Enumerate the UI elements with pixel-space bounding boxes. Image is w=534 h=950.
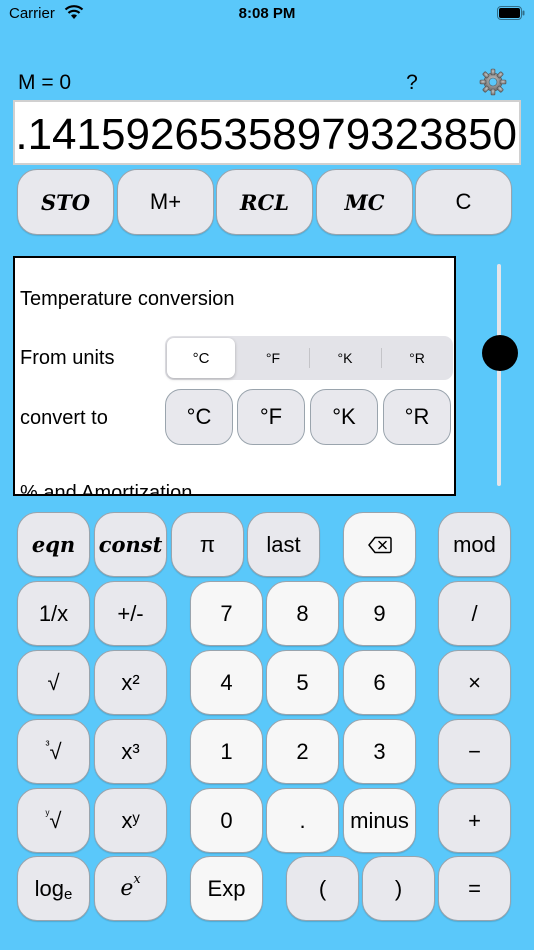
digit-9-button[interactable]: 9 bbox=[343, 581, 416, 646]
from-unit-kelvin[interactable]: °K bbox=[311, 338, 379, 378]
convert-to-label: convert to bbox=[20, 407, 108, 429]
exp-base-text: e bbox=[120, 876, 134, 901]
power-button[interactable]: xʸ bbox=[94, 788, 167, 853]
mc-button[interactable]: MC bbox=[316, 169, 413, 235]
convert-to-kelvin-button[interactable]: °K bbox=[310, 389, 378, 445]
log-base-text: e bbox=[64, 886, 73, 903]
panel-title: Temperature conversion bbox=[20, 288, 235, 310]
equals-button[interactable]: = bbox=[438, 856, 511, 921]
reciprocal-button[interactable]: 1/x bbox=[17, 581, 90, 646]
segment-divider bbox=[309, 348, 310, 368]
panel-scroll-slider-track[interactable] bbox=[497, 264, 501, 486]
convert-to-fahrenheit-button[interactable]: °F bbox=[237, 389, 305, 445]
memory-label: M = 0 bbox=[18, 71, 72, 94]
cube-root-button[interactable]: ³ √ bbox=[17, 719, 90, 784]
conversion-panel[interactable]: Temperature conversion From units °C °F … bbox=[13, 256, 456, 496]
last-button[interactable]: last bbox=[247, 512, 320, 577]
left-paren-button[interactable]: ( bbox=[286, 856, 359, 921]
minus-sign-button[interactable]: minus bbox=[343, 788, 416, 853]
exp-e-button[interactable]: ex bbox=[94, 856, 167, 921]
display-value: 3.14159265358979323850 bbox=[13, 110, 517, 159]
clear-button[interactable]: C bbox=[415, 169, 512, 235]
y-root-index: ʸ bbox=[45, 806, 50, 821]
add-button[interactable]: + bbox=[438, 788, 511, 853]
help-button[interactable]: ? bbox=[402, 71, 422, 95]
from-unit-rankine[interactable]: °R bbox=[383, 338, 451, 378]
next-section-title: % and Amortization bbox=[20, 482, 193, 496]
rcl-button[interactable]: RCL bbox=[216, 169, 313, 235]
right-paren-button[interactable]: ) bbox=[362, 856, 435, 921]
y-root-symbol: √ bbox=[49, 807, 62, 833]
backspace-icon bbox=[367, 536, 392, 553]
status-bar: Carrier 8:08 PM bbox=[0, 0, 534, 28]
convert-to-celsius-button[interactable]: °C bbox=[165, 389, 233, 445]
digit-0-button[interactable]: 0 bbox=[190, 788, 263, 853]
from-unit-fahrenheit[interactable]: °F bbox=[239, 338, 307, 378]
negate-button[interactable]: +/- bbox=[94, 581, 167, 646]
convert-to-rankine-button[interactable]: °R bbox=[383, 389, 451, 445]
clock: 8:08 PM bbox=[238, 5, 296, 22]
sto-button[interactable]: STO bbox=[17, 169, 114, 235]
divide-button[interactable]: / bbox=[438, 581, 511, 646]
const-button[interactable]: const bbox=[94, 512, 167, 577]
digit-2-button[interactable]: 2 bbox=[266, 719, 339, 784]
exp-power-text: x bbox=[133, 872, 141, 887]
panel-scroll-slider-thumb[interactable] bbox=[482, 334, 518, 371]
multiply-button[interactable]: × bbox=[438, 650, 511, 715]
gear-icon[interactable] bbox=[479, 68, 507, 96]
digit-8-button[interactable]: 8 bbox=[266, 581, 339, 646]
battery-icon bbox=[497, 6, 525, 24]
digit-6-button[interactable]: 6 bbox=[343, 650, 416, 715]
cube-button[interactable]: x³ bbox=[94, 719, 167, 784]
digit-3-button[interactable]: 3 bbox=[343, 719, 416, 784]
from-units-segmented-control[interactable]: °C °F °K °R bbox=[165, 336, 453, 380]
natural-log-button[interactable]: log e bbox=[17, 856, 90, 921]
eqn-button[interactable]: eqn bbox=[17, 512, 90, 577]
from-units-label: From units bbox=[20, 347, 115, 369]
sqrt-button[interactable]: √ bbox=[17, 650, 90, 715]
square-button[interactable]: x² bbox=[94, 650, 167, 715]
digit-5-button[interactable]: 5 bbox=[266, 650, 339, 715]
mod-button[interactable]: mod bbox=[438, 512, 511, 577]
exp-notation-button[interactable]: Exp bbox=[190, 856, 263, 921]
pi-button[interactable]: π bbox=[171, 512, 244, 577]
subtract-button[interactable]: − bbox=[438, 719, 511, 784]
result-display: 3.14159265358979323850 bbox=[13, 100, 521, 165]
decimal-point-button[interactable]: . bbox=[266, 788, 339, 853]
m-plus-button[interactable]: M+ bbox=[117, 169, 214, 235]
cube-root-symbol: √ bbox=[49, 738, 62, 764]
digit-7-button[interactable]: 7 bbox=[190, 581, 263, 646]
log-text: log bbox=[34, 875, 64, 901]
digit-1-button[interactable]: 1 bbox=[190, 719, 263, 784]
cube-root-index: ³ bbox=[45, 737, 50, 752]
y-root-button[interactable]: ʸ √ bbox=[17, 788, 90, 853]
digit-4-button[interactable]: 4 bbox=[190, 650, 263, 715]
from-unit-celsius[interactable]: °C bbox=[167, 338, 235, 378]
segment-divider bbox=[381, 348, 382, 368]
backspace-button[interactable] bbox=[343, 512, 416, 577]
